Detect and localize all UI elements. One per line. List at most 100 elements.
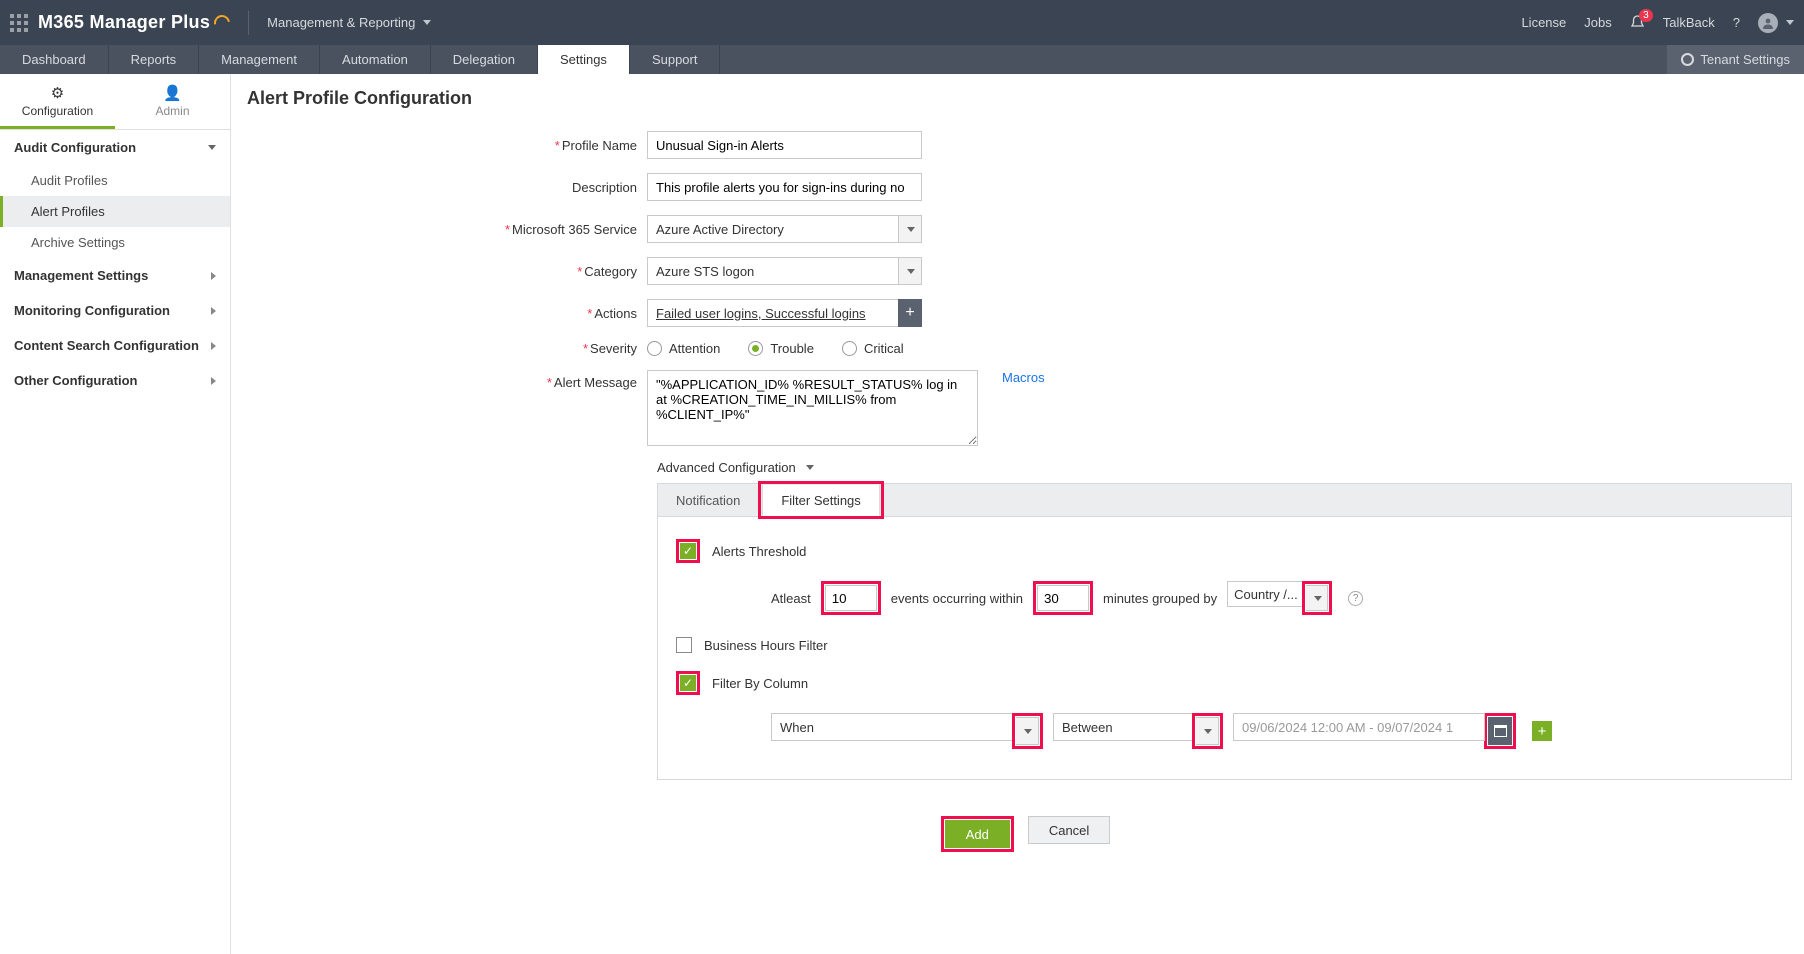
tab-filter-settings[interactable]: Filter Settings bbox=[762, 485, 879, 516]
profile-name-input[interactable] bbox=[647, 131, 922, 159]
chevron-down-icon bbox=[208, 145, 216, 150]
service-select[interactable]: Azure Active Directory bbox=[647, 215, 899, 243]
gear-icon: ⚙ bbox=[0, 84, 115, 102]
group-by-select[interactable]: Country /... bbox=[1227, 581, 1303, 607]
tab-reports[interactable]: Reports bbox=[109, 45, 200, 74]
tenant-settings-button[interactable]: Tenant Settings bbox=[1667, 45, 1804, 74]
tab-notification[interactable]: Notification bbox=[658, 484, 758, 516]
nav-item-archive-settings[interactable]: Archive Settings bbox=[0, 227, 230, 258]
label-service: Microsoft 365 Service bbox=[512, 222, 637, 237]
context-dropdown[interactable]: Management & Reporting bbox=[267, 15, 431, 30]
nav-other-config[interactable]: Other Configuration bbox=[0, 363, 230, 398]
chevron-down-icon bbox=[806, 465, 814, 470]
add-action-button[interactable]: + bbox=[898, 299, 922, 327]
sidebar: ⚙ Configuration 👤 Admin Audit Configurat… bbox=[0, 74, 231, 954]
add-button[interactable]: Add bbox=[945, 820, 1010, 848]
nav-item-alert-profiles[interactable]: Alert Profiles bbox=[0, 196, 230, 227]
nav-audit-config[interactable]: Audit Configuration bbox=[0, 130, 230, 165]
product-logo: M365 Manager Plus bbox=[38, 12, 230, 33]
label-severity: Severity bbox=[590, 341, 637, 356]
help-icon[interactable]: ? bbox=[1733, 15, 1740, 30]
nav-content-search-config[interactable]: Content Search Configuration bbox=[0, 328, 230, 363]
description-input[interactable] bbox=[647, 173, 922, 201]
label-events-within: events occurring within bbox=[891, 591, 1023, 606]
chevron-down-icon bbox=[1314, 596, 1322, 601]
radio-icon bbox=[647, 341, 662, 356]
radio-icon bbox=[842, 341, 857, 356]
operator-select[interactable]: Between bbox=[1053, 713, 1193, 741]
chevron-down-icon bbox=[1786, 20, 1794, 25]
avatar-icon bbox=[1758, 13, 1778, 33]
notif-badge: 3 bbox=[1639, 9, 1653, 22]
label-actions: Actions bbox=[594, 306, 637, 321]
tab-delegation[interactable]: Delegation bbox=[431, 45, 538, 74]
filter-panel: ✓ Alerts Threshold Atleast events occurr… bbox=[657, 517, 1792, 780]
minutes-input[interactable] bbox=[1037, 585, 1089, 611]
app-grid-icon[interactable] bbox=[10, 14, 28, 32]
column-dropdown-button[interactable] bbox=[1016, 717, 1039, 745]
advanced-config-toggle[interactable]: Advanced Configuration bbox=[657, 460, 1804, 475]
category-select[interactable]: Azure STS logon bbox=[647, 257, 899, 285]
label-alerts-threshold: Alerts Threshold bbox=[712, 544, 806, 559]
alerts-threshold-checkbox[interactable]: ✓ bbox=[680, 543, 696, 559]
person-icon: 👤 bbox=[115, 84, 230, 102]
talkback-link[interactable]: TalkBack bbox=[1663, 15, 1715, 30]
label-alert-message: Alert Message bbox=[554, 375, 637, 390]
cancel-button[interactable]: Cancel bbox=[1028, 816, 1110, 844]
tab-dashboard[interactable]: Dashboard bbox=[0, 45, 109, 74]
chevron-down-icon bbox=[1204, 729, 1212, 734]
notifications-icon[interactable]: 3 bbox=[1630, 15, 1645, 31]
user-menu[interactable] bbox=[1758, 13, 1794, 33]
gear-icon bbox=[1681, 53, 1694, 66]
group-by-dropdown-button[interactable] bbox=[1306, 585, 1328, 611]
page-title: Alert Profile Configuration bbox=[247, 88, 1804, 109]
label-atleast: Atleast bbox=[771, 591, 811, 606]
main-tabs: Dashboard Reports Management Automation … bbox=[0, 45, 1804, 74]
jobs-link[interactable]: Jobs bbox=[1584, 15, 1611, 30]
column-select[interactable]: When bbox=[771, 713, 1013, 741]
content: Alert Profile Configuration *Profile Nam… bbox=[231, 74, 1804, 954]
subtab-configuration[interactable]: ⚙ Configuration bbox=[0, 74, 115, 129]
alert-message-textarea[interactable]: "%APPLICATION_ID% %RESULT_STATUS% log in… bbox=[647, 370, 978, 446]
severity-critical[interactable]: Critical bbox=[842, 341, 904, 356]
add-filter-button[interactable]: + bbox=[1532, 721, 1552, 741]
filter-tabstrip: Notification Filter Settings bbox=[657, 483, 1792, 517]
service-dropdown-button[interactable] bbox=[899, 215, 922, 243]
category-dropdown-button[interactable] bbox=[899, 257, 922, 285]
business-hours-checkbox[interactable] bbox=[676, 637, 692, 653]
date-range-input[interactable]: 09/06/2024 12:00 AM - 09/07/2024 1 bbox=[1233, 713, 1485, 741]
events-count-input[interactable] bbox=[825, 585, 877, 611]
actions-field[interactable]: Failed user logins, Successful logins bbox=[647, 299, 899, 327]
logo-swirl-icon bbox=[211, 11, 233, 33]
chevron-right-icon bbox=[211, 342, 216, 350]
chevron-down-icon bbox=[907, 269, 915, 274]
filter-by-column-checkbox[interactable]: ✓ bbox=[680, 675, 696, 691]
tab-management[interactable]: Management bbox=[199, 45, 320, 74]
topbar: M365 Manager Plus Management & Reporting… bbox=[0, 0, 1804, 45]
nav-management-settings[interactable]: Management Settings bbox=[0, 258, 230, 293]
calendar-icon bbox=[1494, 725, 1507, 737]
label-business-hours: Business Hours Filter bbox=[704, 638, 828, 653]
label-description: Description bbox=[572, 180, 637, 195]
subtab-admin[interactable]: 👤 Admin bbox=[115, 74, 230, 129]
radio-icon bbox=[748, 341, 763, 356]
tab-support[interactable]: Support bbox=[630, 45, 721, 74]
nav-item-audit-profiles[interactable]: Audit Profiles bbox=[0, 165, 230, 196]
tab-automation[interactable]: Automation bbox=[320, 45, 431, 74]
severity-attention[interactable]: Attention bbox=[647, 341, 720, 356]
tab-settings[interactable]: Settings bbox=[538, 45, 630, 74]
calendar-button[interactable] bbox=[1488, 717, 1512, 745]
chevron-down-icon bbox=[907, 227, 915, 232]
severity-trouble[interactable]: Trouble bbox=[748, 341, 814, 356]
license-link[interactable]: License bbox=[1521, 15, 1566, 30]
chevron-down-icon bbox=[1024, 729, 1032, 734]
help-icon[interactable]: ? bbox=[1348, 591, 1363, 606]
label-minutes-grouped: minutes grouped by bbox=[1103, 591, 1217, 606]
label-profile-name: Profile Name bbox=[562, 138, 637, 153]
chevron-right-icon bbox=[211, 272, 216, 280]
operator-dropdown-button[interactable] bbox=[1196, 717, 1219, 745]
label-category: Category bbox=[584, 264, 637, 279]
nav-monitoring-config[interactable]: Monitoring Configuration bbox=[0, 293, 230, 328]
macros-link[interactable]: Macros bbox=[1002, 370, 1045, 385]
chevron-right-icon bbox=[211, 377, 216, 385]
